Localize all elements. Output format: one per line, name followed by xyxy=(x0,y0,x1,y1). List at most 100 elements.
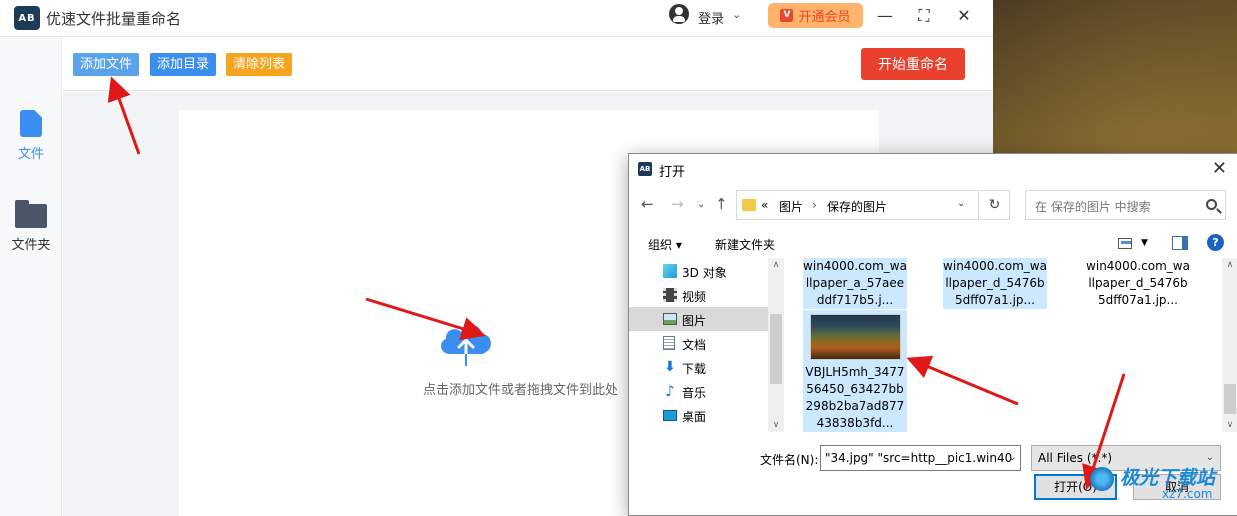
drop-hint: 点击添加文件或者拖拽文件到此处 xyxy=(423,383,619,398)
breadcrumb-separator: › xyxy=(812,198,817,212)
scroll-down-icon[interactable]: ∨ xyxy=(768,420,784,430)
help-icon[interactable]: ? xyxy=(1207,234,1224,251)
download-icon: ⬇ xyxy=(664,359,676,375)
add-file-button[interactable]: 添加文件 xyxy=(73,53,140,76)
address-bar[interactable]: « 图片 › 保存的图片 ⌄ xyxy=(736,190,979,220)
scroll-up-icon[interactable]: ∧ xyxy=(768,260,784,270)
breadcrumb-prefix[interactable]: « xyxy=(761,198,768,212)
filename-input[interactable]: "34.jpg" "src=http__pic1.win40 xyxy=(820,445,1021,471)
vip-icon: V xyxy=(780,9,794,22)
chevron-down-icon[interactable]: ⌄ xyxy=(732,8,741,21)
file-item[interactable]: win4000.com_wallpaper_d_5476b5dff07a1.jp… xyxy=(1086,258,1190,309)
dialog-app-icon: AB xyxy=(638,162,652,176)
chevron-down-icon[interactable]: ⌄ xyxy=(957,198,965,209)
command-bar: 组织 ▾ 新建文件夹 ▼ ? xyxy=(629,230,1237,256)
sidebar: 文件 文件夹 xyxy=(0,38,62,516)
search-input[interactable]: 在 保存的图片 中搜索 xyxy=(1025,190,1226,220)
tree-item-desktop[interactable]: 桌面 xyxy=(629,403,768,427)
file-list-scrollbar[interactable]: ∧ ∨ xyxy=(1222,258,1237,432)
file-item[interactable]: VBJLH5mh_347756450_63427bb298b2ba7ad8774… xyxy=(803,310,907,432)
chevron-down-icon[interactable]: ▼ xyxy=(1141,238,1148,248)
refresh-icon[interactable]: ↻ xyxy=(980,190,1010,220)
organize-menu[interactable]: 组织 ▾ xyxy=(648,236,682,253)
sidebar-item-label: 文件夹 xyxy=(11,238,51,253)
watermark-sub: xz7.com xyxy=(1162,487,1213,501)
music-icon: ♪ xyxy=(665,382,675,400)
back-arrow-icon[interactable]: ← xyxy=(641,195,654,213)
filename-label: 文件名(N): xyxy=(760,453,819,467)
toolbar: 添加文件 添加目录 清除列表 开始重命名 xyxy=(63,38,993,91)
close-button[interactable]: ✕ xyxy=(953,5,975,27)
video-icon xyxy=(663,288,677,302)
scroll-down-icon[interactable]: ∨ xyxy=(1222,420,1237,430)
login-link[interactable]: 登录 xyxy=(698,8,724,27)
desktop-icon xyxy=(663,410,677,421)
tree-item-pictures[interactable]: 图片 xyxy=(629,307,768,331)
watermark-text: 极光下载站 xyxy=(1120,467,1216,489)
add-folder-button[interactable]: 添加目录 xyxy=(150,53,217,76)
forward-arrow-icon[interactable]: → xyxy=(671,195,684,213)
tree-item-downloads[interactable]: ⬇ 下载 xyxy=(629,355,768,379)
user-icon[interactable] xyxy=(669,4,689,24)
tree-item-label: 图片 xyxy=(682,314,707,328)
search-icon[interactable] xyxy=(1206,199,1217,210)
vip-button[interactable]: V 开通会员 xyxy=(768,3,863,28)
tree-item-label: 文档 xyxy=(682,338,707,352)
dialog-title-bar: AB 打开 ✕ xyxy=(629,154,1237,184)
file-list: win4000.com_wallpaper_a_57aeeddf717b5.j.… xyxy=(789,258,1237,432)
file-item[interactable]: win4000.com_wallpaper_a_57aeeddf717b5.j.… xyxy=(803,258,907,309)
tree-item-label: 视频 xyxy=(682,290,707,304)
sidebar-item-label: 文件 xyxy=(17,147,44,162)
watermark-logo-icon xyxy=(1090,467,1114,491)
sidebar-item-file[interactable]: 文件 xyxy=(0,110,62,162)
file-item[interactable]: win4000.com_wallpaper_d_5476b5dff07a1.jp… xyxy=(943,258,1047,309)
file-name: win4000.com_wallpaper_d_5476b5dff07a1.jp… xyxy=(1086,259,1190,307)
recent-dropdown-icon[interactable]: ⌄ xyxy=(697,199,705,210)
view-options-icon[interactable] xyxy=(1118,238,1132,249)
maximize-button[interactable]: ⛶ xyxy=(913,5,935,27)
search-placeholder: 在 保存的图片 中搜索 xyxy=(1035,200,1151,214)
pictures-icon xyxy=(663,313,677,325)
watermark: 极光下载站 xz7.com xyxy=(1090,463,1230,511)
tree-item-3d-objects[interactable]: 3D 对象 xyxy=(629,259,768,283)
image-thumbnail xyxy=(809,314,901,360)
tree-item-video[interactable]: 视频 xyxy=(629,283,768,307)
tree-item-label: 音乐 xyxy=(682,386,707,400)
tree-item-label: 桌面 xyxy=(682,410,707,424)
chevron-down-icon[interactable]: ⌄ xyxy=(1004,445,1021,471)
new-folder-button[interactable]: 新建文件夹 xyxy=(715,236,775,253)
file-name: VBJLH5mh_347756450_63427bb298b2ba7ad8774… xyxy=(805,365,905,430)
up-arrow-icon[interactable]: ↑ xyxy=(715,195,728,213)
app-logo: AB xyxy=(14,6,40,30)
navigation-row: ← → ⌄ ↑ « 图片 › 保存的图片 ⌄ ↻ 在 保存的图片 中搜索 xyxy=(629,190,1237,220)
tree-item-documents[interactable]: 文档 xyxy=(629,331,768,355)
clear-list-button[interactable]: 清除列表 xyxy=(226,53,293,76)
scrollbar-thumb[interactable] xyxy=(770,314,782,384)
folder-icon xyxy=(742,199,756,211)
preview-pane-icon[interactable] xyxy=(1172,236,1188,250)
cloud-upload-icon[interactable] xyxy=(436,318,496,368)
vip-label: 开通会员 xyxy=(798,10,851,25)
open-file-dialog: AB 打开 ✕ ← → ⌄ ↑ « 图片 › 保存的图片 ⌄ ↻ 在 保存的图片… xyxy=(628,153,1237,516)
tree-item-label: 下载 xyxy=(682,362,707,376)
app-title: 优速文件批量重命名 xyxy=(46,10,182,28)
folder-icon xyxy=(15,200,47,228)
minimize-button[interactable]: — xyxy=(874,5,896,27)
file-icon xyxy=(20,110,42,137)
sidebar-item-folder[interactable]: 文件夹 xyxy=(0,200,62,253)
tree-scrollbar[interactable]: ∧ ∨ xyxy=(768,258,784,432)
tree-item-music[interactable]: ♪ 音乐 xyxy=(629,379,768,403)
scrollbar-thumb[interactable] xyxy=(1224,384,1236,414)
documents-icon xyxy=(663,336,675,350)
scroll-up-icon[interactable]: ∧ xyxy=(1222,260,1237,270)
3d-objects-icon xyxy=(663,264,677,278)
file-name: win4000.com_wallpaper_a_57aeeddf717b5.j.… xyxy=(803,259,907,307)
dialog-close-icon[interactable]: ✕ xyxy=(1212,158,1227,179)
dialog-title: 打开 xyxy=(659,165,686,180)
navigation-tree: 3D 对象 视频 图片 文档 ⬇ 下载 ♪ 音乐 桌面 ∧ ∨ xyxy=(629,258,784,432)
tree-item-label: 3D 对象 xyxy=(682,266,727,280)
breadcrumb-pictures[interactable]: 图片 xyxy=(779,198,803,215)
title-bar: AB 优速文件批量重命名 登录 ⌄ V 开通会员 — ⛶ ✕ xyxy=(0,0,993,37)
start-rename-button[interactable]: 开始重命名 xyxy=(861,48,965,80)
breadcrumb-saved-pictures[interactable]: 保存的图片 xyxy=(827,198,887,215)
